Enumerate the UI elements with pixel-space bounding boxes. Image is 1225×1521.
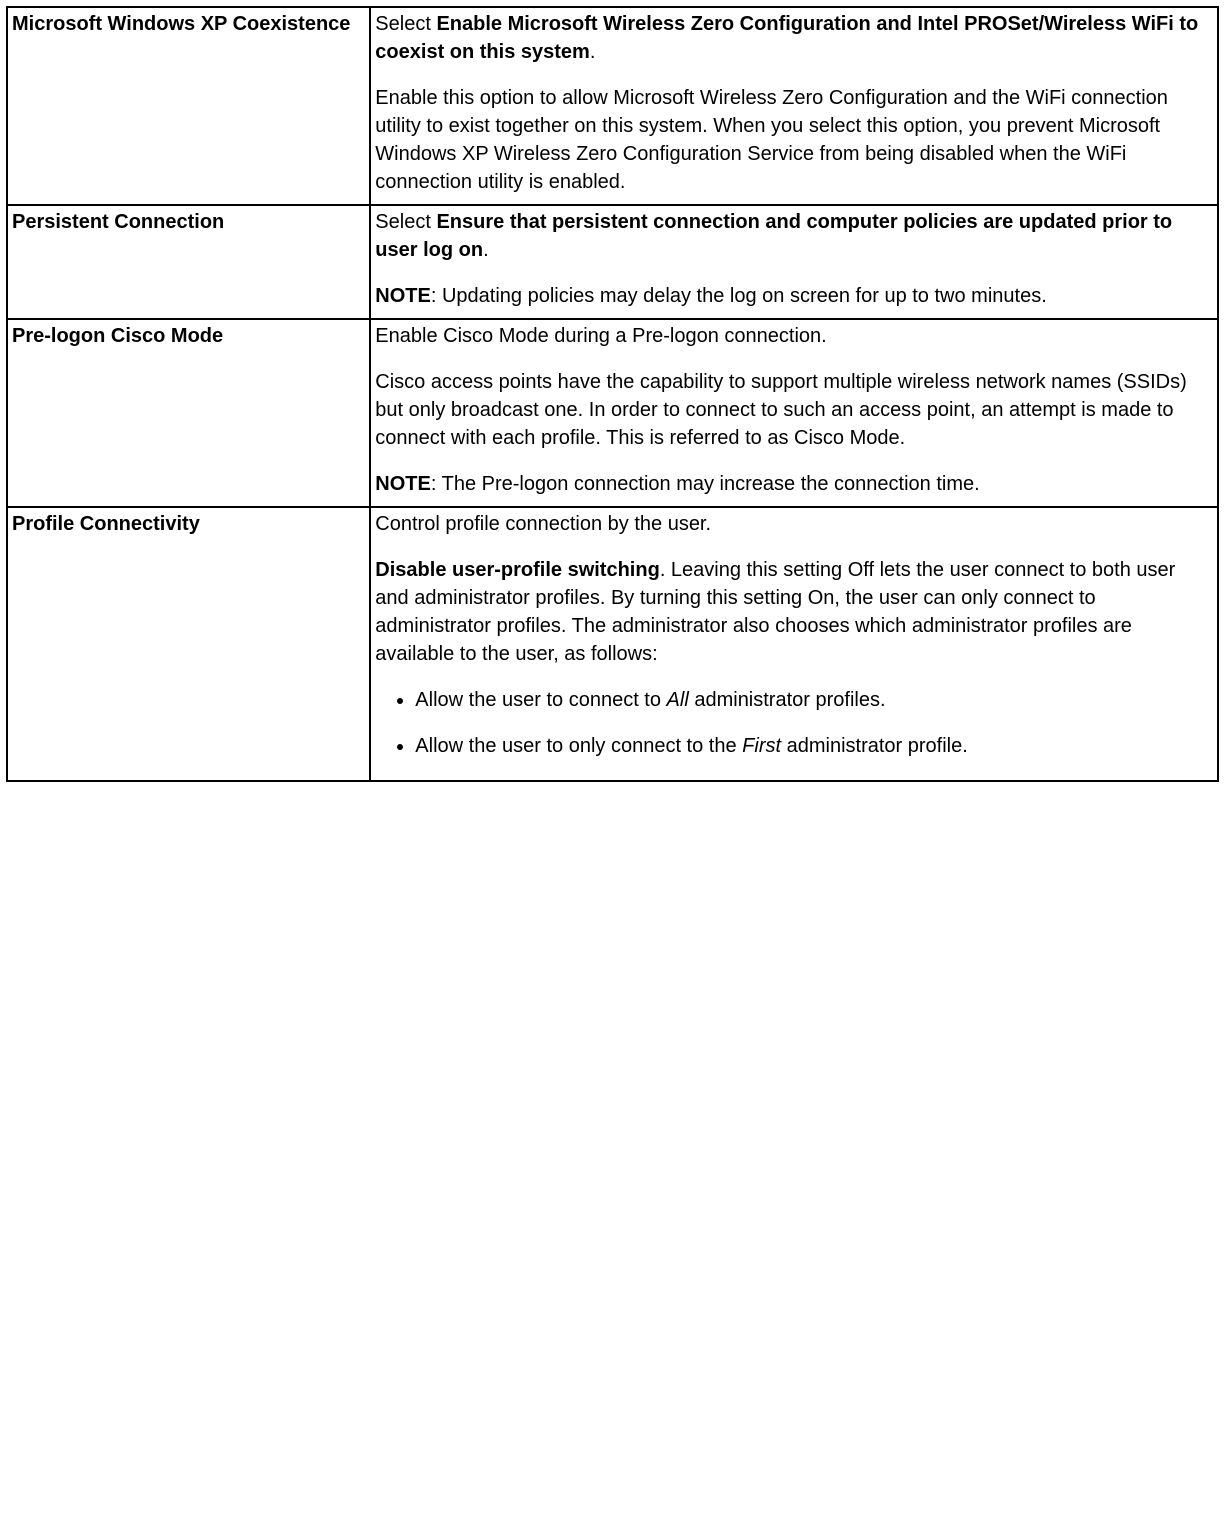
note-text: : Updating policies may delay the log on…	[431, 285, 1047, 307]
note-text: : The Pre-logon connection may increase …	[431, 473, 980, 495]
note-line: NOTE: The Pre-logon connection may incre…	[375, 470, 1213, 498]
item-pre: Allow the user to only connect to the	[415, 735, 742, 757]
setting-name: Pre-logon Cisco Mode	[7, 319, 370, 507]
note-label: NOTE	[375, 285, 431, 307]
body-bold: Disable user-profile switching	[375, 559, 660, 581]
intro-pre: Select	[375, 13, 436, 35]
setting-desc: Control profile connection by the user. …	[370, 507, 1218, 781]
setting-desc: Select Ensure that persistent connection…	[370, 205, 1218, 319]
intro-bold: Enable Microsoft Wireless Zero Configura…	[375, 13, 1198, 63]
intro-pre: Select	[375, 211, 436, 233]
setting-desc: Enable Cisco Mode during a Pre-logon con…	[370, 319, 1218, 507]
body-text: Enable this option to allow Microsoft Wi…	[375, 84, 1213, 196]
table-row: Pre-logon Cisco Mode Enable Cisco Mode d…	[7, 319, 1218, 507]
table-row: Persistent Connection Select Ensure that…	[7, 205, 1218, 319]
table-row: Profile Connectivity Control profile con…	[7, 507, 1218, 781]
intro-line: Select Ensure that persistent connection…	[375, 208, 1213, 264]
list-item: Allow the user to only connect to the Fi…	[415, 732, 1213, 760]
setting-name: Profile Connectivity	[7, 507, 370, 781]
item-pre: Allow the user to connect to	[415, 689, 666, 711]
list-item: Allow the user to connect to All adminis…	[415, 686, 1213, 714]
item-post: administrator profile.	[781, 735, 968, 757]
setting-desc: Select Enable Microsoft Wireless Zero Co…	[370, 7, 1218, 205]
setting-name: Persistent Connection	[7, 205, 370, 319]
body-text: Disable user-profile switching. Leaving …	[375, 556, 1213, 668]
item-em: First	[742, 735, 781, 757]
intro-bold: Ensure that persistent connection and co…	[375, 211, 1172, 261]
options-list: Allow the user to connect to All adminis…	[415, 686, 1213, 760]
intro-post: .	[483, 239, 489, 261]
setting-name: Microsoft Windows XP Coexistence	[7, 7, 370, 205]
intro-line: Enable Cisco Mode during a Pre-logon con…	[375, 322, 1213, 350]
intro-line: Control profile connection by the user.	[375, 510, 1213, 538]
body-text: Cisco access points have the capability …	[375, 368, 1213, 452]
note-line: NOTE: Updating policies may delay the lo…	[375, 282, 1213, 310]
note-label: NOTE	[375, 473, 431, 495]
item-em: All	[667, 689, 689, 711]
intro-post: .	[590, 41, 596, 63]
item-post: administrator profiles.	[689, 689, 886, 711]
settings-table: Microsoft Windows XP Coexistence Select …	[6, 6, 1219, 782]
table-row: Microsoft Windows XP Coexistence Select …	[7, 7, 1218, 205]
intro-line: Select Enable Microsoft Wireless Zero Co…	[375, 10, 1213, 66]
